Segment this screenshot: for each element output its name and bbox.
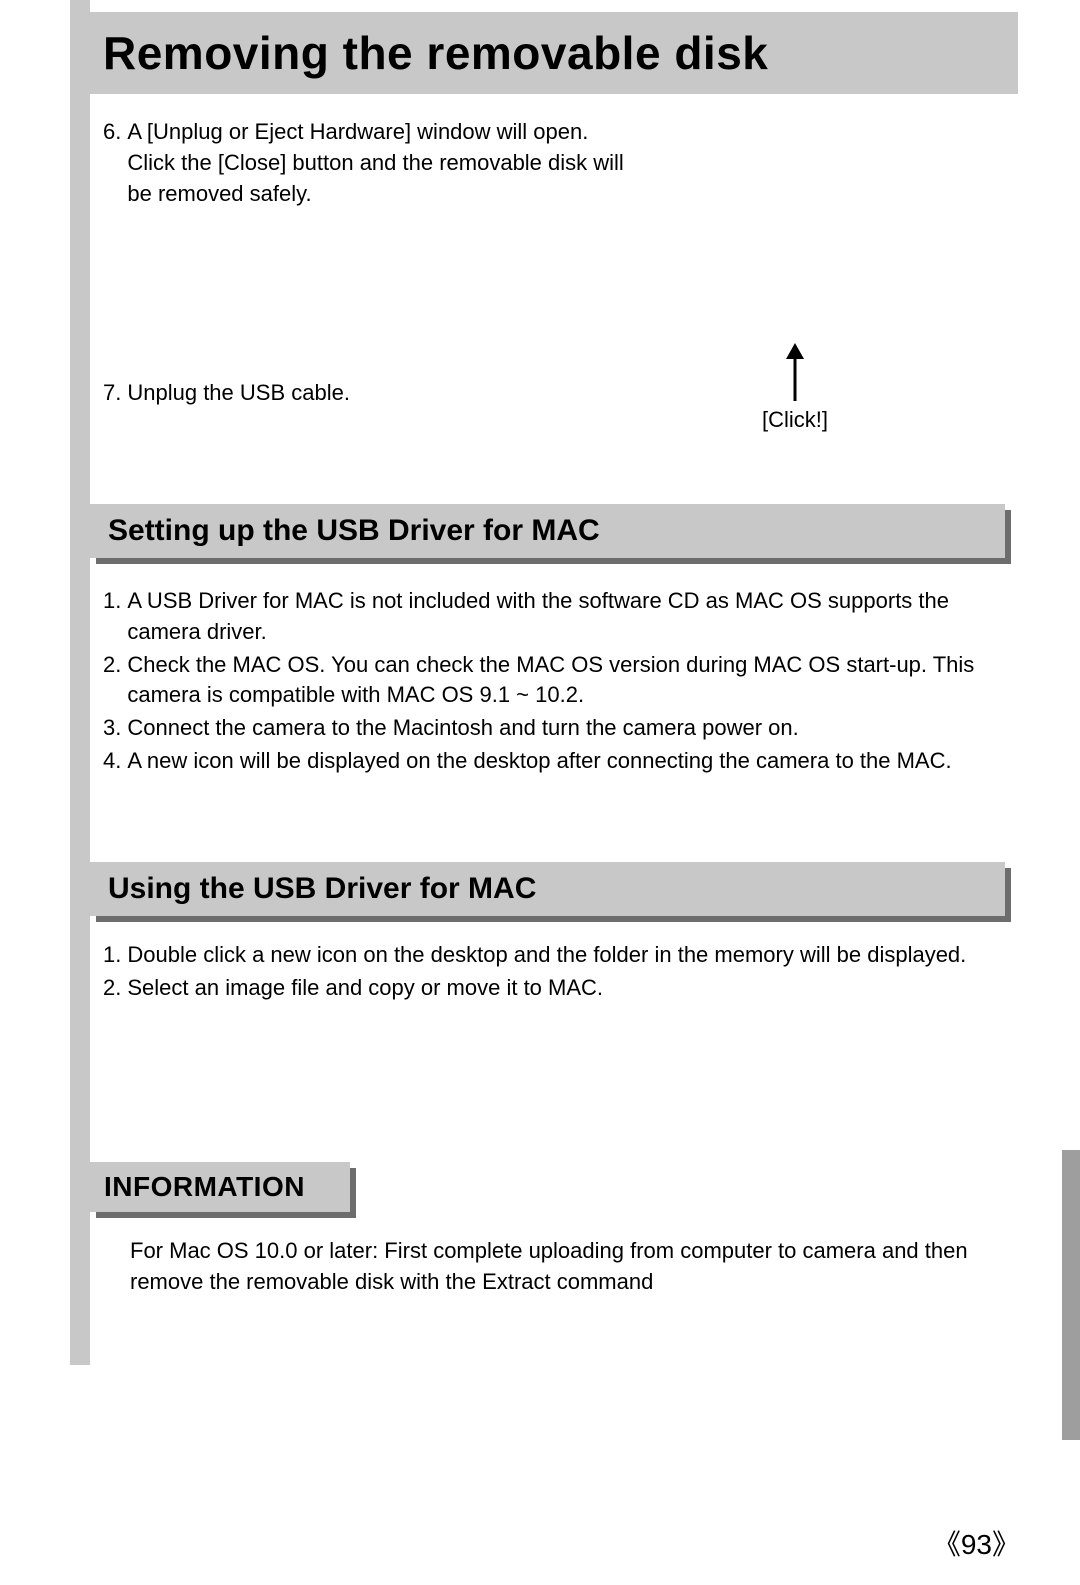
page-number: 《93》: [933, 1523, 1020, 1563]
list-item: 2.Select an image file and copy or move …: [103, 973, 983, 1004]
step-7: 7. Unplug the USB cable.: [103, 378, 633, 411]
section-heading-usb-setup: Setting up the USB Driver for MAC: [90, 504, 1005, 558]
heading-bar: Using the USB Driver for MAC: [90, 862, 1005, 916]
section2-list: 1.Double click a new icon on the desktop…: [103, 940, 983, 1006]
item-number: 4.: [103, 746, 127, 777]
heading-bar: Setting up the USB Driver for MAC: [90, 504, 1005, 558]
page-title-bar: Removing the removable disk: [88, 12, 1018, 94]
section-heading-usb-using: Using the USB Driver for MAC: [90, 862, 1005, 916]
section1-list: 1.A USB Driver for MAC is not included w…: [103, 586, 983, 779]
heading-text: INFORMATION: [104, 1171, 305, 1203]
step-6: 6. A [Unplug or Eject Hardware] window w…: [103, 117, 633, 211]
list-item: 2.Check the MAC OS. You can check the MA…: [103, 650, 983, 712]
list-item: 4.A new icon will be displayed on the de…: [103, 746, 983, 777]
information-body: For Mac OS 10.0 or later: First complete…: [130, 1236, 980, 1298]
step-number: 6.: [103, 117, 127, 209]
click-label: [Click!]: [750, 407, 840, 433]
left-gutter-bar: [70, 0, 90, 1365]
item-number: 1.: [103, 586, 127, 648]
list-item: 1.Double click a new icon on the desktop…: [103, 940, 983, 971]
page-title: Removing the removable disk: [103, 26, 768, 80]
heading-text: Setting up the USB Driver for MAC: [108, 514, 600, 548]
step-text: Unplug the USB cable.: [127, 378, 633, 409]
information-heading: INFORMATION: [90, 1162, 350, 1212]
click-arrow-annotation: [Click!]: [750, 343, 840, 433]
arrow-up-icon: [780, 343, 810, 403]
item-text: Double click a new icon on the desktop a…: [127, 940, 983, 971]
item-number: 2.: [103, 650, 127, 712]
item-text: A USB Driver for MAC is not included wit…: [127, 586, 983, 648]
heading-text: Using the USB Driver for MAC: [108, 872, 536, 906]
list-item: 3.Connect the camera to the Macintosh an…: [103, 713, 983, 744]
list-item: 1.A USB Driver for MAC is not included w…: [103, 586, 983, 648]
step-text: A [Unplug or Eject Hardware] window will…: [127, 117, 633, 209]
heading-bar: INFORMATION: [90, 1162, 350, 1212]
item-number: 1.: [103, 940, 127, 971]
item-text: Connect the camera to the Macintosh and …: [127, 713, 983, 744]
item-number: 2.: [103, 973, 127, 1004]
item-number: 3.: [103, 713, 127, 744]
item-text: Select an image file and copy or move it…: [127, 973, 983, 1004]
page-root: Removing the removable disk 6. A [Unplug…: [0, 0, 1080, 1585]
item-text: Check the MAC OS. You can check the MAC …: [127, 650, 983, 712]
item-text: A new icon will be displayed on the desk…: [127, 746, 983, 777]
step-number: 7.: [103, 378, 127, 409]
right-side-tab: [1062, 1150, 1080, 1440]
